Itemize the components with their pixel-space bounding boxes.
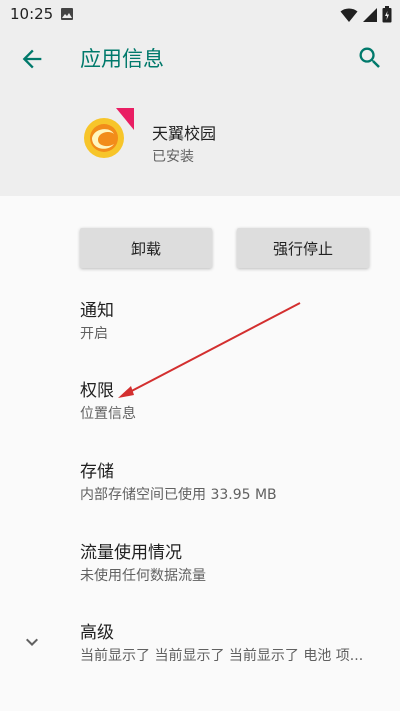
back-arrow-icon[interactable]	[18, 45, 46, 73]
signal-icon	[362, 7, 378, 27]
page-title: 应用信息	[80, 47, 164, 71]
settings-item-title: 存储	[80, 462, 114, 482]
app-bar: 应用信息	[0, 28, 400, 88]
app-logo-icon	[80, 108, 134, 162]
force-stop-button[interactable]: 强行停止	[237, 228, 369, 268]
settings-item-subtitle: 开启	[80, 326, 108, 342]
status-icons	[340, 6, 392, 27]
chevron-down-icon[interactable]	[20, 630, 44, 654]
settings-item-storage[interactable]: 存储 内部存储空间已使用 33.95 MB	[80, 461, 380, 505]
settings-item-subtitle: 内部存储空间已使用 33.95 MB	[80, 487, 277, 503]
app-name: 天翼校园	[152, 124, 217, 143]
status-time: 10:25	[10, 5, 54, 23]
settings-item-title: 流量使用情况	[80, 543, 182, 563]
search-icon[interactable]	[356, 44, 384, 72]
wifi-icon	[340, 7, 358, 27]
settings-item-subtitle: 当前显示了 当前显示了 当前显示了 电池 项...	[80, 648, 364, 664]
settings-item-title: 权限	[80, 381, 114, 401]
settings-item-subtitle: 位置信息	[80, 406, 136, 422]
settings-item-notifications[interactable]: 通知 开启	[80, 300, 380, 344]
status-bar: 10:25	[0, 0, 400, 28]
settings-item-permissions[interactable]: 权限 位置信息	[80, 380, 380, 424]
app-header: 天翼校园 已安装	[0, 88, 400, 196]
settings-item-title: 通知	[80, 301, 114, 321]
image-icon	[60, 6, 74, 25]
settings-item-subtitle: 未使用任何数据流量	[80, 568, 206, 584]
settings-item-advanced[interactable]: 高级 当前显示了 当前显示了 当前显示了 电池 项...	[80, 622, 380, 666]
battery-icon	[382, 6, 392, 27]
settings-item-title: 高级	[80, 623, 114, 643]
settings-item-data-usage[interactable]: 流量使用情况 未使用任何数据流量	[80, 542, 380, 586]
uninstall-button[interactable]: 卸载	[80, 228, 212, 268]
app-install-status: 已安装	[152, 149, 194, 165]
